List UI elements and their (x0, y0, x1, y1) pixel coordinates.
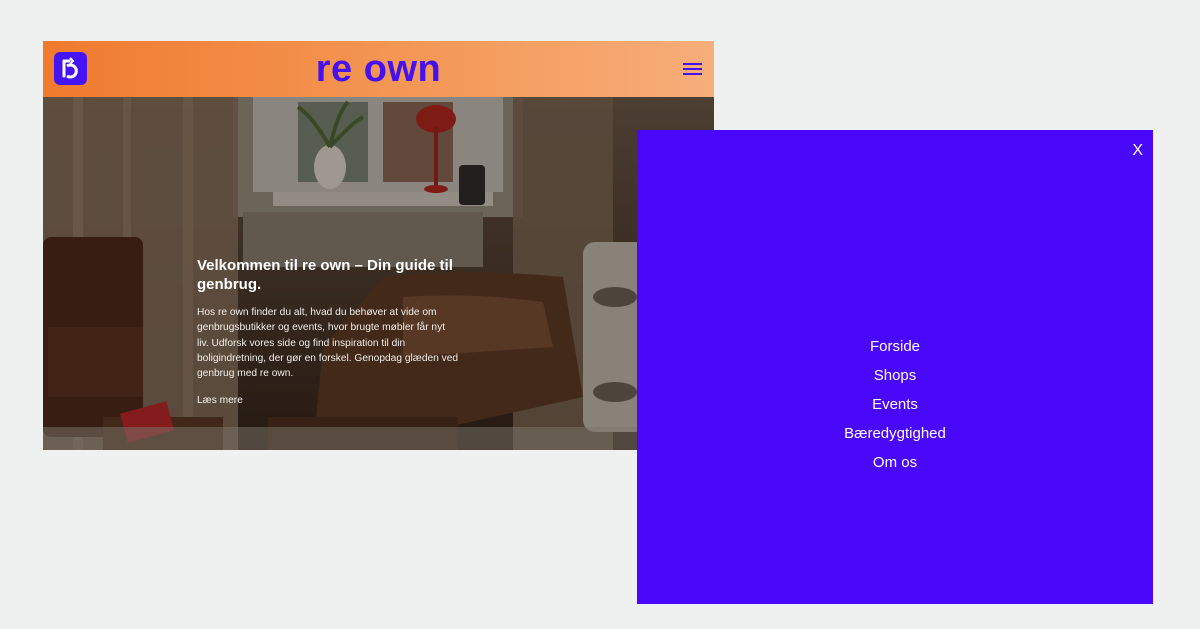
hero-section: Velkommen til re own – Din guide til gen… (43, 97, 714, 450)
menu-item-events[interactable]: Events (637, 390, 1153, 419)
site-header: re own (43, 41, 714, 97)
menu-item-baeredygtighed[interactable]: Bæredygtighed (637, 419, 1153, 448)
menu-item-shops[interactable]: Shops (637, 361, 1153, 390)
menu-item-om-os[interactable]: Om os (637, 448, 1153, 477)
hero-body: Hos re own finder du alt, hvad du behøve… (197, 307, 459, 380)
hamburger-icon[interactable] (683, 61, 702, 77)
brand-wordmark[interactable]: re own (43, 43, 714, 95)
read-more-link[interactable]: Læs mere (197, 395, 243, 406)
menu-item-forside[interactable]: Forside (637, 332, 1153, 361)
hero-title: Velkommen til re own – Din guide til gen… (197, 257, 453, 293)
menu-list: Forside Shops Events Bæredygtighed Om os (637, 332, 1153, 477)
close-button[interactable]: X (1132, 142, 1143, 160)
site-preview: re own Velkommen til re own – Din guide … (43, 41, 714, 450)
overlay-menu: X Forside Shops Events Bæredygtighed Om … (637, 130, 1153, 604)
